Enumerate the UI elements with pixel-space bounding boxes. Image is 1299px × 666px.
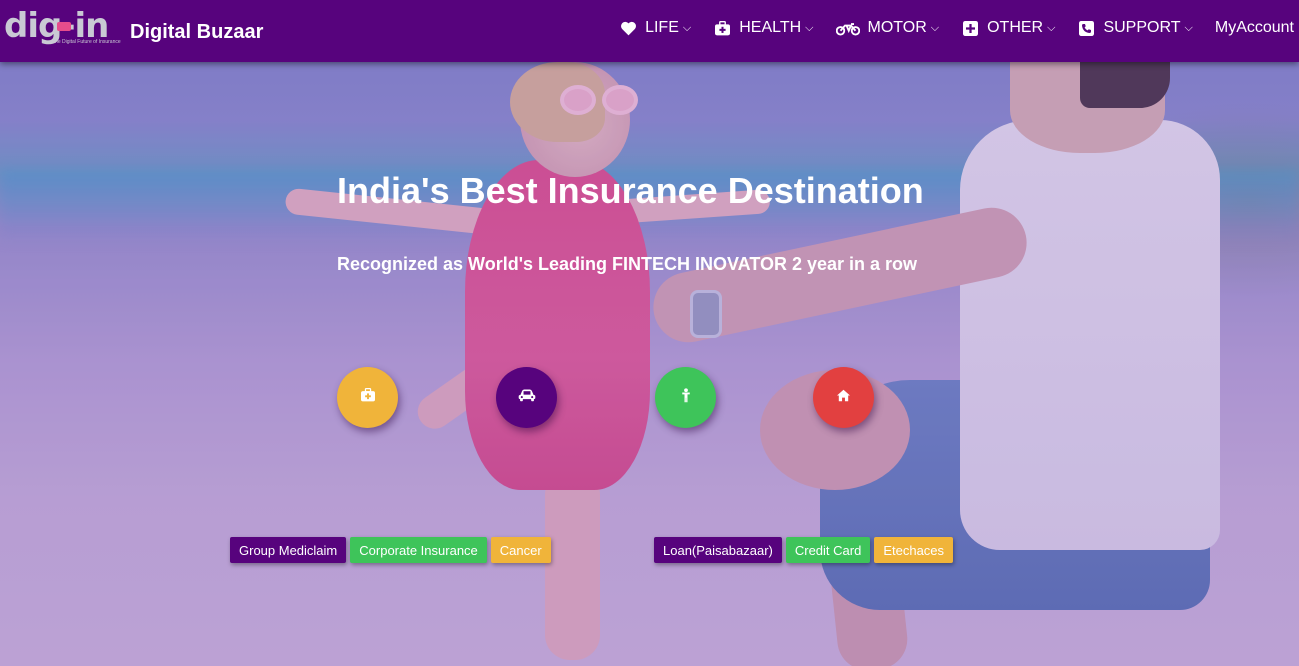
chevron-down-icon: ⌵	[805, 21, 814, 34]
corporate-insurance-tag[interactable]: Corporate Insurance	[350, 537, 487, 563]
credit-card-tag[interactable]: Credit Card	[785, 537, 871, 563]
group-mediclaim-tag[interactable]: Group Mediclaim	[230, 537, 347, 563]
hero-subtitle: Recognized as World's Leading FINTECH IN…	[337, 254, 918, 274]
hero-background-image	[0, 0, 1299, 666]
chevron-down-icon: ⌵	[1184, 21, 1193, 34]
home-icon	[836, 389, 851, 407]
plus-square-icon	[961, 19, 979, 37]
nav-life[interactable]: LIFE ⌵	[608, 0, 702, 56]
tag-group-right: Loan(Paisabazaar) Credit Card Etechaces	[654, 537, 954, 563]
nav-support[interactable]: SUPPORT ⌵	[1066, 0, 1203, 56]
brand-name[interactable]: Digital Buzaar	[130, 21, 263, 44]
chevron-down-icon: ⌵	[682, 21, 692, 34]
top-navbar: dig-in The Digital Future of Insurance D…	[0, 0, 1299, 62]
loan-paisabazaar-tag[interactable]: Loan(Paisabazaar)	[654, 537, 782, 563]
nav-health[interactable]: HEALTH ⌵	[702, 0, 824, 56]
hero-title: India's Best Insurance Destination	[337, 170, 924, 211]
home-insurance-button[interactable]	[813, 367, 874, 428]
hero-overlay	[0, 0, 1299, 666]
etechaces-tag[interactable]: Etechaces	[874, 537, 954, 563]
car-icon	[518, 388, 536, 407]
heart-icon	[619, 19, 637, 37]
main-nav: LIFE ⌵ HEALTH ⌵ MOTOR ⌵ OTHER ⌵ SUPPORT …	[608, 0, 1299, 62]
chevron-down-icon: ⌵	[930, 21, 940, 34]
nav-life-label: LIFE	[645, 19, 679, 36]
chevron-down-icon: ⌵	[1047, 21, 1056, 34]
nav-motor[interactable]: MOTOR ⌵	[825, 0, 951, 56]
tag-group-left: Group Mediclaim Corporate Insurance Canc…	[230, 537, 551, 563]
nav-health-label: HEALTH	[739, 19, 802, 36]
nav-other-label: OTHER	[987, 19, 1044, 36]
health-insurance-button[interactable]	[337, 367, 398, 428]
motor-insurance-button[interactable]	[496, 367, 557, 428]
nav-other[interactable]: OTHER ⌵	[950, 0, 1066, 56]
motorcycle-icon	[835, 19, 860, 37]
nav-motor-label: MOTOR	[867, 19, 927, 36]
logo-tagline: The Digital Future of Insurance	[52, 39, 121, 45]
logo-dot	[57, 22, 71, 31]
phone-icon	[1077, 19, 1095, 37]
cancer-tag[interactable]: Cancer	[490, 537, 551, 563]
life-insurance-button[interactable]	[655, 367, 716, 428]
nav-support-label: SUPPORT	[1103, 19, 1181, 36]
person-icon	[681, 387, 691, 408]
medical-kit-icon	[713, 19, 731, 37]
medical-kit-icon	[360, 388, 376, 407]
nav-my-account[interactable]: MyAccount	[1204, 0, 1299, 56]
logo[interactable]: dig-in The Digital Future of Insurance	[4, 8, 126, 48]
